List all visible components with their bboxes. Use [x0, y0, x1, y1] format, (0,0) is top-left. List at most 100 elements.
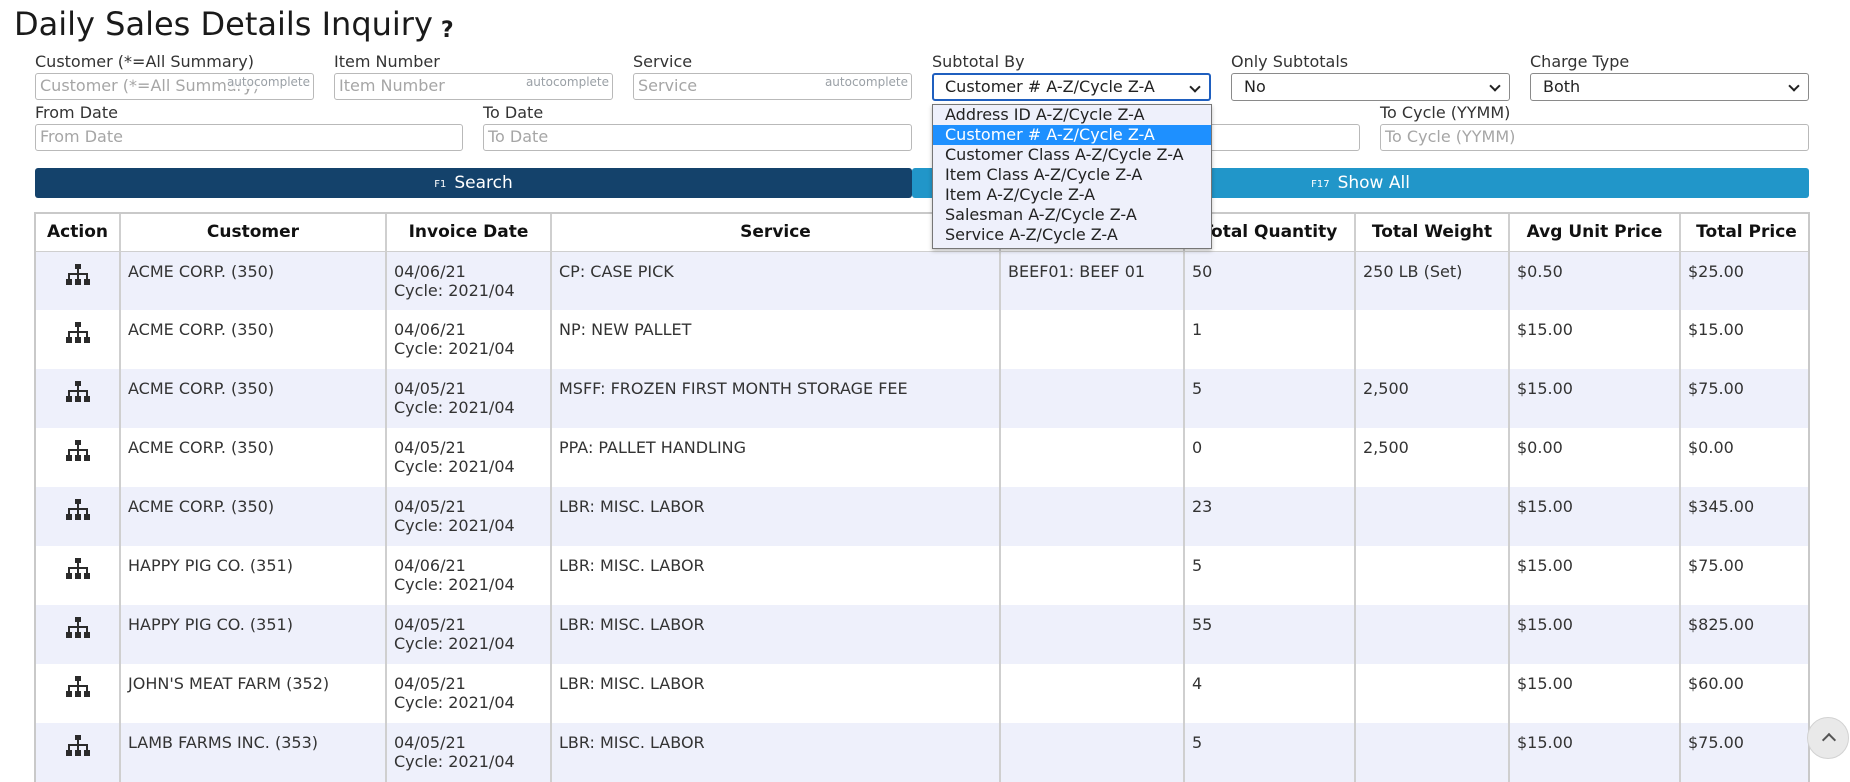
invoice-date: 04/06/21 [394, 556, 466, 575]
invoice-cycle: Cycle: 2021/04 [394, 516, 515, 535]
total-weight-cell: 2,500 [1355, 369, 1510, 428]
invoice-date-cell: 04/06/21 Cycle: 2021/04 [386, 310, 552, 369]
avg-unit-price-cell: $15.00 [1509, 605, 1681, 664]
invoice-date: 04/05/21 [394, 733, 466, 752]
help-icon[interactable]: ? [441, 18, 454, 43]
customer-cell: ACME CORP. (350) [120, 369, 387, 428]
column-header-action[interactable]: Action [36, 214, 121, 252]
invoice-date: 04/05/21 [394, 615, 466, 634]
to-cycle-input[interactable]: To Cycle (YYMM) [1380, 124, 1809, 151]
service-filter: Service Service autocomplete [633, 52, 912, 100]
invoice-date: 04/05/21 [394, 497, 466, 516]
service-cell: MSFF: FROZEN FIRST MONTH STORAGE FEE [551, 369, 1001, 428]
column-header-avg-unit-price[interactable]: Avg Unit Price [1509, 214, 1681, 252]
total-price-cell: $25.00 [1680, 251, 1808, 310]
invoice-date-cell: 04/05/21 Cycle: 2021/04 [386, 605, 552, 664]
item-cell [1000, 546, 1185, 605]
invoice-date-cell: 04/05/21 Cycle: 2021/04 [386, 369, 552, 428]
subtotal-by-select[interactable]: Customer # A-Z/Cycle Z-A [932, 73, 1211, 101]
only-subtotals-value: No [1244, 77, 1266, 96]
total-price-cell: $60.00 [1680, 664, 1808, 723]
dropdown-option[interactable]: Customer Class A-Z/Cycle Z-A [933, 145, 1211, 165]
from-date-placeholder: From Date [40, 127, 123, 146]
service-label: Service [633, 52, 693, 71]
search-button[interactable]: F1 Search [35, 168, 912, 198]
hierarchy-icon[interactable] [65, 499, 91, 521]
item-number-input[interactable]: Item Number autocomplete [334, 73, 613, 100]
dropdown-option[interactable]: Customer # A-Z/Cycle Z-A [933, 125, 1211, 145]
service-input[interactable]: Service autocomplete [633, 73, 912, 100]
hierarchy-icon[interactable] [65, 322, 91, 344]
dropdown-option[interactable]: Item A-Z/Cycle Z-A [933, 185, 1211, 205]
column-header-total-weight[interactable]: Total Weight [1355, 214, 1510, 252]
show-all-label: Show All [1337, 173, 1410, 193]
action-cell [36, 251, 121, 310]
dropdown-option[interactable]: Address ID A-Z/Cycle Z-A [933, 105, 1211, 125]
to-cycle-placeholder: To Cycle (YYMM) [1385, 127, 1516, 146]
total-price-cell: $825.00 [1680, 605, 1808, 664]
avg-unit-price-cell: $15.00 [1509, 487, 1681, 546]
only-subtotals-filter: Only Subtotals No [1231, 52, 1510, 101]
action-cell [36, 664, 121, 723]
service-placeholder: Service [638, 76, 698, 95]
service-cell: NP: NEW PALLET [551, 310, 1001, 369]
avg-unit-price-cell: $15.00 [1509, 369, 1681, 428]
table-row: ACME CORP. (350) 04/06/21 Cycle: 2021/04 NP… [36, 310, 1808, 369]
total-quantity-cell: 1 [1184, 310, 1356, 369]
column-header-invoice-date[interactable]: Invoice Date [386, 214, 552, 252]
invoice-date: 04/06/21 [394, 261, 466, 281]
column-header-customer[interactable]: Customer [120, 214, 387, 252]
invoice-date-cell: 04/05/21 Cycle: 2021/04 [386, 428, 552, 487]
table-row: ACME CORP. (350) 04/05/21 Cycle: 2021/04 LB… [36, 487, 1808, 546]
table-row: ACME CORP. (350) 04/05/21 Cycle: 2021/04 PP… [36, 428, 1808, 487]
invoice-date-cell: 04/06/21 Cycle: 2021/04 [386, 251, 552, 310]
service-cell: LBR: MISC. LABOR [551, 605, 1001, 664]
invoice-date-cell: 04/06/21 Cycle: 2021/04 [386, 546, 552, 605]
dropdown-option[interactable]: Item Class A-Z/Cycle Z-A [933, 165, 1211, 185]
invoice-date-cell: 04/05/21 Cycle: 2021/04 [386, 723, 552, 782]
hierarchy-icon[interactable] [65, 263, 91, 286]
table-row: LAMB FARMS INC. (353) 04/05/21 Cycle: 2021… [36, 723, 1808, 782]
total-quantity-cell: 4 [1184, 664, 1356, 723]
hierarchy-icon[interactable] [65, 381, 91, 403]
hierarchy-icon[interactable] [65, 558, 91, 580]
column-header-total-price[interactable]: Total Price [1680, 214, 1808, 252]
customer-cell: ACME CORP. (350) [120, 251, 387, 310]
total-weight-cell [1355, 546, 1510, 605]
hierarchy-icon[interactable] [65, 676, 91, 698]
item-cell [1000, 605, 1185, 664]
scroll-to-top-button[interactable] [1807, 717, 1849, 759]
customer-label: Customer (*=All Summary) [35, 52, 254, 71]
to-cycle-label: To Cycle (YYMM) [1380, 103, 1511, 122]
from-date-filter: From Date From Date [35, 103, 463, 151]
subtotal-by-filter: Subtotal By Customer # A-Z/Cycle Z-A [932, 52, 1211, 101]
invoice-cycle: Cycle: 2021/04 [394, 693, 515, 712]
subtotal-by-value: Customer # A-Z/Cycle Z-A [945, 77, 1155, 96]
item-cell [1000, 310, 1185, 369]
customer-cell: LAMB FARMS INC. (353) [120, 723, 387, 782]
charge-type-filter: Charge Type Both [1530, 52, 1809, 101]
invoice-date: 04/05/21 [394, 438, 466, 457]
hierarchy-icon[interactable] [65, 617, 91, 639]
customer-input[interactable]: Customer (*=All Summary) autocomplete [35, 73, 314, 100]
autocomplete-hint: autocomplete [824, 75, 908, 89]
item-number-placeholder: Item Number [339, 76, 445, 95]
autocomplete-hint: autocomplete [226, 75, 310, 89]
only-subtotals-select[interactable]: No [1231, 73, 1510, 101]
total-weight-cell [1355, 664, 1510, 723]
hierarchy-icon[interactable] [65, 440, 91, 462]
dropdown-option[interactable]: Salesman A-Z/Cycle Z-A [933, 205, 1211, 225]
total-weight-cell [1355, 723, 1510, 782]
to-date-label: To Date [483, 103, 544, 122]
search-fkey: F1 [434, 179, 447, 190]
dropdown-option[interactable]: Service A-Z/Cycle Z-A [933, 225, 1211, 245]
to-date-input[interactable]: To Date [483, 124, 912, 151]
hierarchy-icon[interactable] [65, 735, 91, 757]
total-weight-cell: 250 LB (Set) [1355, 251, 1510, 310]
charge-type-value: Both [1543, 77, 1581, 96]
customer-cell: HAPPY PIG CO. (351) [120, 546, 387, 605]
to-date-filter: To Date To Date [483, 103, 912, 151]
customer-cell: JOHN'S MEAT FARM (352) [120, 664, 387, 723]
charge-type-select[interactable]: Both [1530, 73, 1809, 101]
from-date-input[interactable]: From Date [35, 124, 463, 151]
